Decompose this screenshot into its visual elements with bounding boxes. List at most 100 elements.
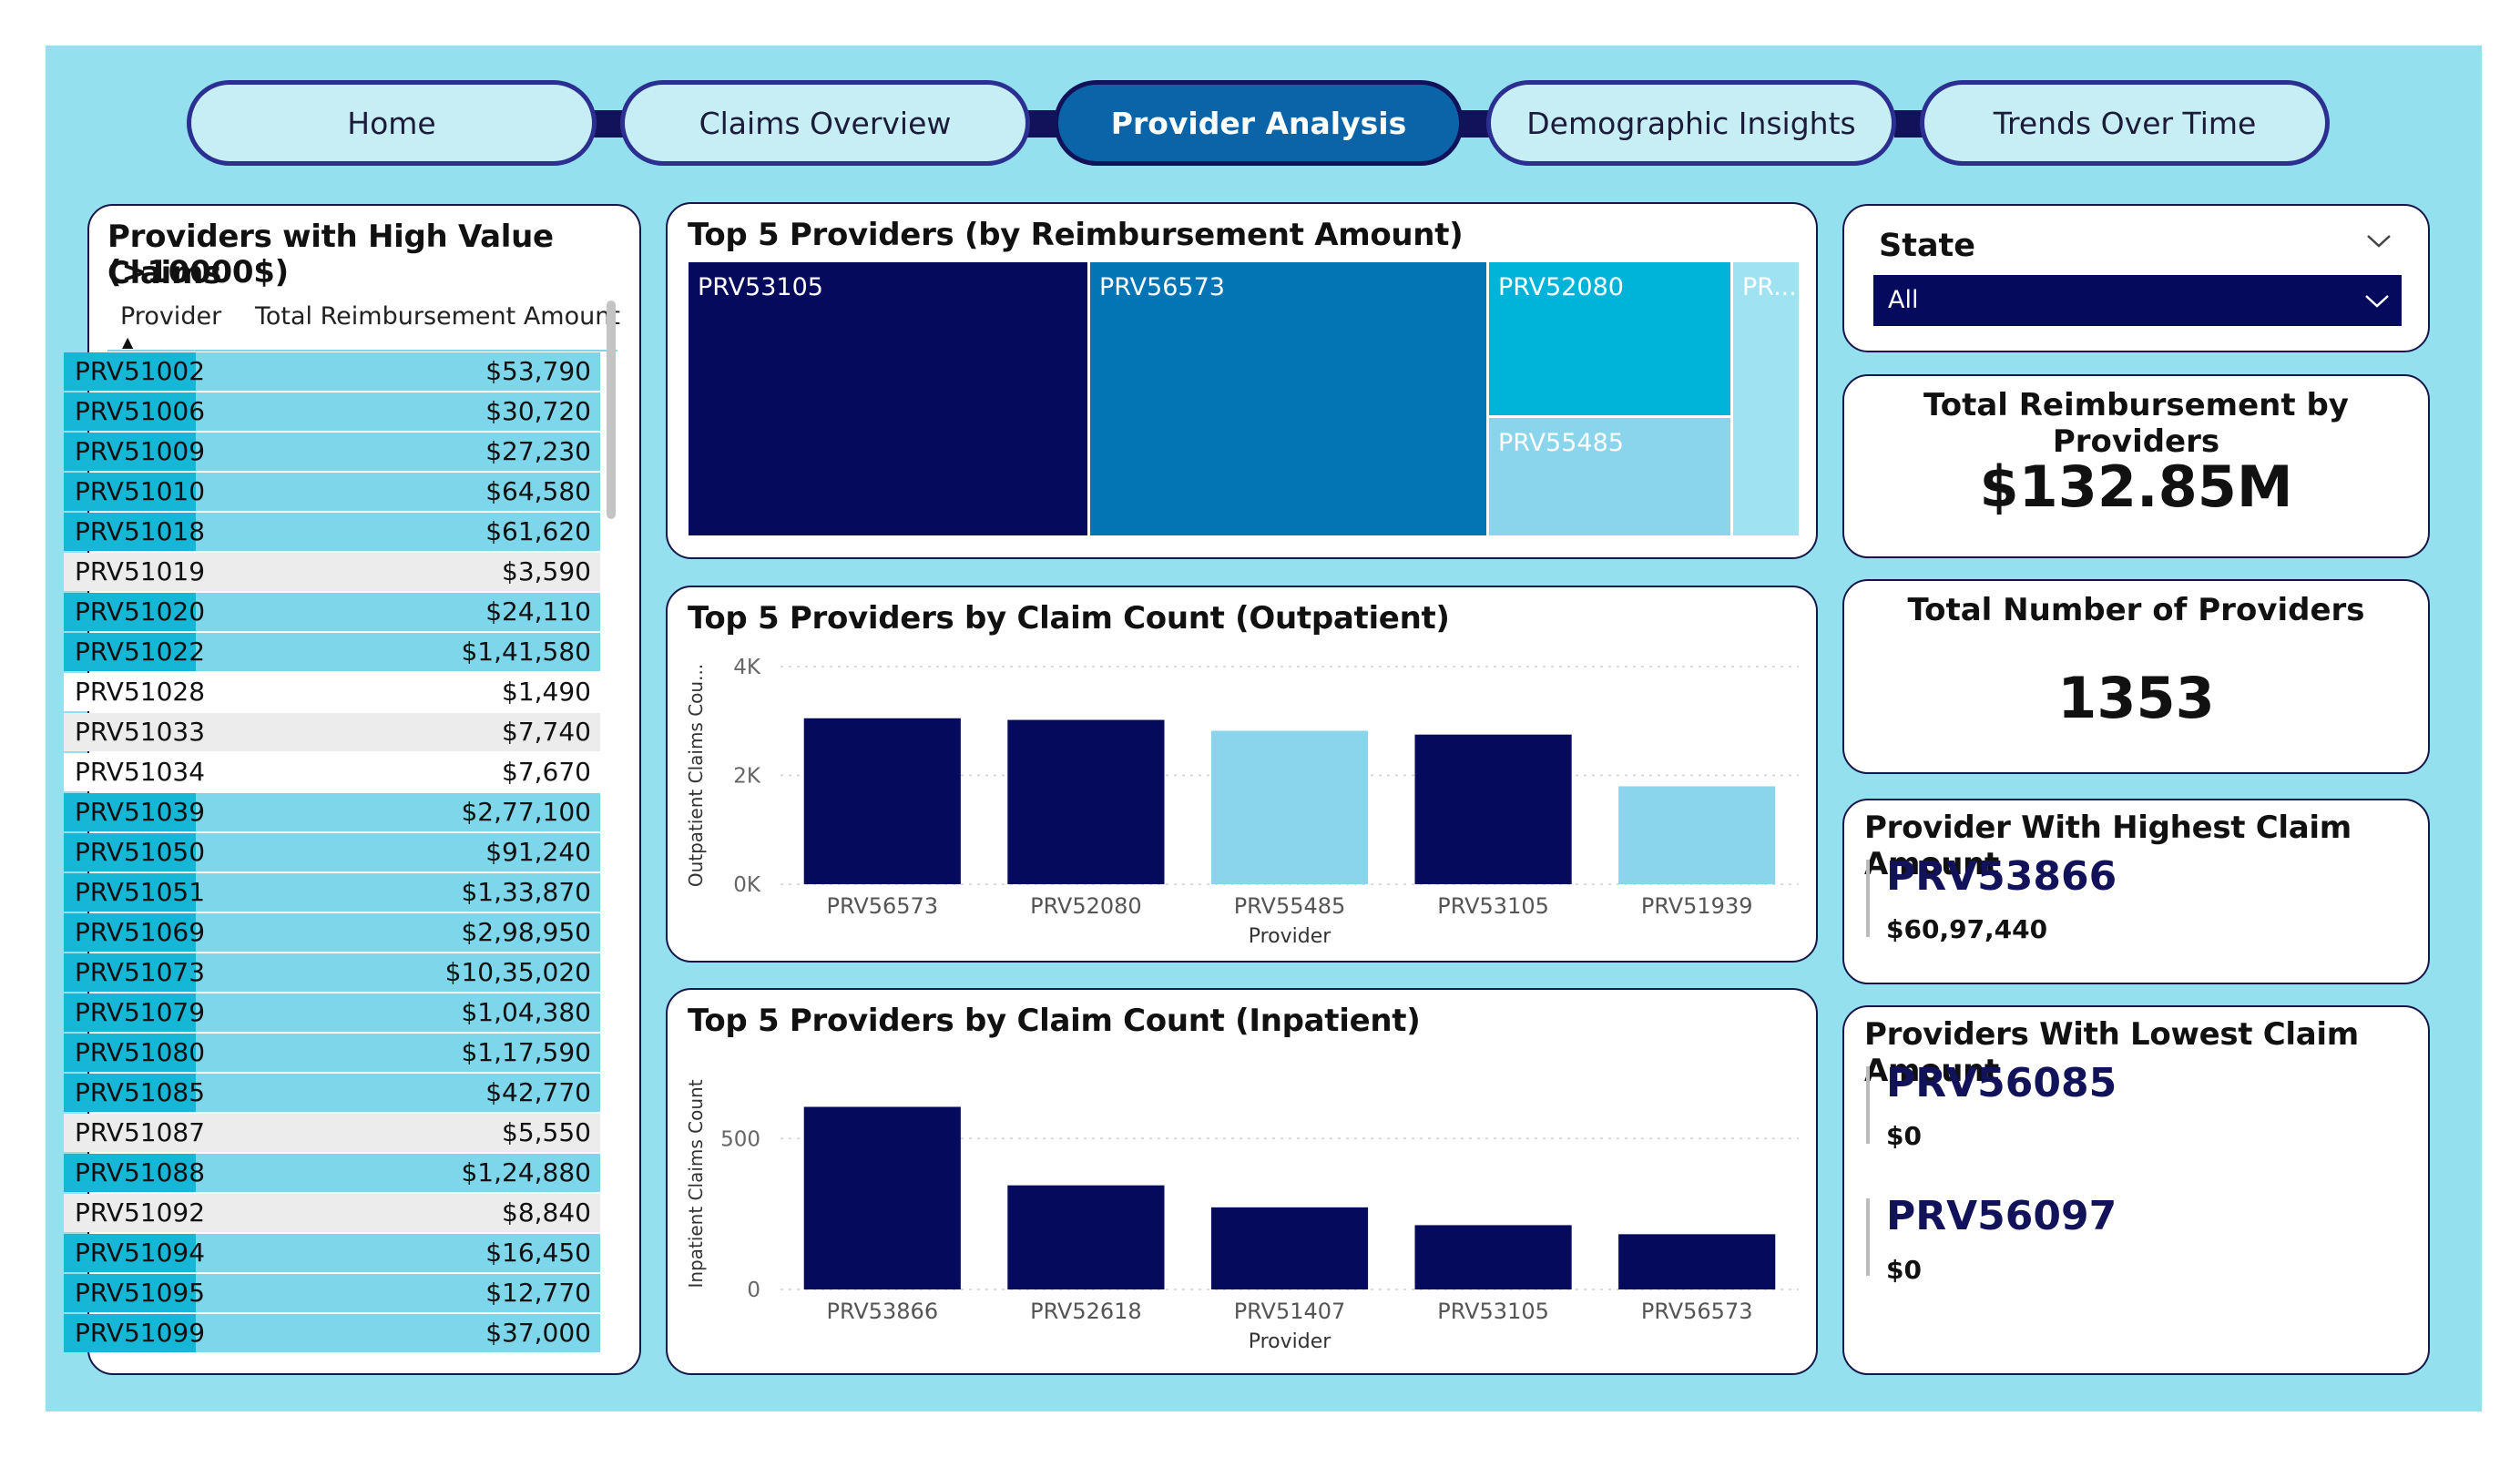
table-row[interactable]: PRV51092 $8,840 (64, 1194, 600, 1232)
kpi-title: Total Number of Providers (1907, 592, 2365, 628)
provider-cell: PRV51085 (64, 1074, 205, 1112)
nav-tab-trends-over-time[interactable]: Trends Over Time (1920, 80, 2330, 166)
amount-cell: $42,770 (485, 1077, 591, 1107)
table-row[interactable]: PRV51095 $12,770 (64, 1274, 600, 1312)
provider-cell: PRV51069 (64, 913, 205, 952)
provider-cell: PRV51002 (64, 352, 205, 391)
treemap-tile[interactable]: PRV53105 (689, 262, 1087, 535)
provider-name: PRV53866 (1886, 853, 2117, 900)
amount-cell: $1,33,870 (461, 877, 591, 907)
table-row[interactable]: PRV51033 $7,740 (64, 713, 600, 751)
nav-tab-provider-analysis[interactable]: Provider Analysis (1054, 80, 1464, 166)
inpatient-bar-chart: 0 500 PRV53866 PRV52618 PRV51407 PRV53105 PRV5… (685, 1079, 1799, 1353)
provider-cell: PRV51033 (64, 713, 205, 751)
bar (1618, 786, 1776, 884)
chevron-down-icon[interactable] (2365, 233, 2392, 250)
provider-amount: $60,97,440 (1886, 914, 2048, 944)
table-row[interactable]: PRV51051 $1,33,870 (64, 873, 600, 912)
amount-cell: $8,840 (502, 1197, 591, 1228)
table-row[interactable]: PRV51019 $3,590 (64, 553, 600, 591)
treemap-tile[interactable]: PRV52080 (1489, 262, 1730, 415)
nav-tab-claims-overview[interactable]: Claims Overview (620, 80, 1030, 166)
table-row[interactable]: PRV51088 $1,24,880 (64, 1154, 600, 1192)
bar (1414, 734, 1572, 884)
treemap-title: Top 5 Providers (by Reimbursement Amount… (688, 217, 1464, 253)
kpi-value: $132.85M (1979, 453, 2293, 520)
state-dropdown[interactable]: All (1873, 275, 2402, 326)
table-scrollbar[interactable] (607, 301, 616, 519)
x-tick-label: PRV53866 (826, 1299, 938, 1324)
lowest-claim-card: Providers With Lowest Claim Amount PRV56… (1842, 1005, 2430, 1375)
provider-name: PRV56097 (1886, 1193, 2117, 1239)
x-tick-label: PRV55485 (1234, 893, 1346, 919)
tile-label: PRV55485 (1498, 429, 1624, 457)
provider-cell: PRV51073 (64, 953, 205, 992)
provider-cell: PRV51079 (64, 993, 205, 1032)
table-row[interactable]: PRV51099 $37,000 (64, 1314, 600, 1352)
provider-cell: PRV51039 (64, 793, 205, 831)
chevron-down-icon[interactable] (2363, 293, 2391, 310)
provider-cell: PRV51006 (64, 392, 205, 431)
table-row[interactable]: PRV51073 $10,35,020 (64, 953, 600, 992)
table-row[interactable]: PRV51022 $1,41,580 (64, 633, 600, 671)
total-reimbursement-card: Total Reimbursement by Providers $132.85… (1842, 374, 2430, 558)
table-row[interactable]: PRV51079 $1,04,380 (64, 993, 600, 1032)
sort-ascending-icon[interactable]: ▲ (122, 333, 133, 351)
treemap-tile[interactable]: PRV56573 (1090, 262, 1486, 535)
amount-cell: $10,35,020 (444, 957, 591, 987)
table-row[interactable]: PRV51094 $16,450 (64, 1234, 600, 1272)
x-tick-label: PRV51939 (1641, 893, 1753, 919)
column-header-amount[interactable]: Total Reimbursement Amount (255, 302, 620, 331)
tile-label: PRV52080 (1498, 273, 1624, 301)
accent-bar (1866, 1198, 1870, 1276)
bar (1007, 719, 1165, 884)
table-row[interactable]: PRV51034 $7,670 (64, 753, 600, 791)
column-header-provider[interactable]: Provider (120, 302, 221, 331)
table-row[interactable]: PRV51006 $30,720 (64, 392, 600, 431)
table-row[interactable]: PRV51020 $24,110 (64, 593, 600, 631)
y-axis-label: Inpatient Claims Count (685, 1079, 707, 1288)
table-row[interactable]: PRV51010 $64,580 (64, 473, 600, 511)
kpi-value: 1353 (2057, 665, 2215, 731)
x-axis-label: Provider (1249, 1330, 1332, 1353)
x-tick-label: PRV52618 (1030, 1299, 1142, 1324)
slicer-title: State (1879, 228, 1976, 264)
amount-cell: $24,110 (485, 596, 591, 627)
table-row[interactable]: PRV51087 $5,550 (64, 1114, 600, 1152)
table-row[interactable]: PRV51028 $1,490 (64, 673, 600, 711)
table-row[interactable]: PRV51009 $27,230 (64, 433, 600, 471)
amount-cell: $12,770 (485, 1278, 591, 1308)
table-row[interactable]: PRV51069 $2,98,950 (64, 913, 600, 952)
y-tick-label: 0K (733, 873, 761, 897)
bar (803, 718, 961, 884)
provider-cell: PRV51050 (64, 833, 205, 871)
nav-tab-demographic-insights[interactable]: Demographic Insights (1486, 80, 1896, 166)
table-row[interactable]: PRV51050 $91,240 (64, 833, 600, 871)
amount-cell: $2,98,950 (461, 917, 591, 947)
bar (1210, 1207, 1369, 1289)
x-axis-label: Provider (1249, 925, 1332, 948)
amount-cell: $1,490 (502, 677, 591, 707)
y-tick-label: 4K (733, 656, 761, 679)
provider-cell: PRV51028 (64, 673, 205, 711)
table-row[interactable]: PRV51018 $61,620 (64, 513, 600, 551)
total-providers-card: Total Number of Providers 1353 (1842, 579, 2430, 774)
amount-cell: $53,790 (485, 356, 591, 386)
table-row[interactable]: PRV51080 $1,17,590 (64, 1034, 600, 1072)
bar (1618, 1234, 1776, 1289)
bar (1007, 1185, 1165, 1289)
table-row[interactable]: PRV51039 $2,77,100 (64, 793, 600, 831)
table-row[interactable]: PRV51085 $42,770 (64, 1074, 600, 1112)
provider-amount: $0 (1886, 1255, 1922, 1285)
amount-cell: $2,77,100 (461, 797, 591, 827)
amount-cell: $7,670 (502, 757, 591, 787)
header-divider (107, 350, 617, 352)
provider-cell: PRV51088 (64, 1154, 205, 1192)
treemap-tile[interactable]: PR... (1733, 262, 1799, 535)
nav-tab-home[interactable]: Home (187, 80, 597, 166)
provider-cell: PRV51092 (64, 1194, 205, 1232)
treemap-tile[interactable]: PRV55485 (1489, 418, 1730, 535)
amount-cell: $30,720 (485, 396, 591, 426)
provider-cell: PRV51034 (64, 753, 205, 791)
table-row[interactable]: PRV51002 $53,790 (64, 352, 600, 391)
